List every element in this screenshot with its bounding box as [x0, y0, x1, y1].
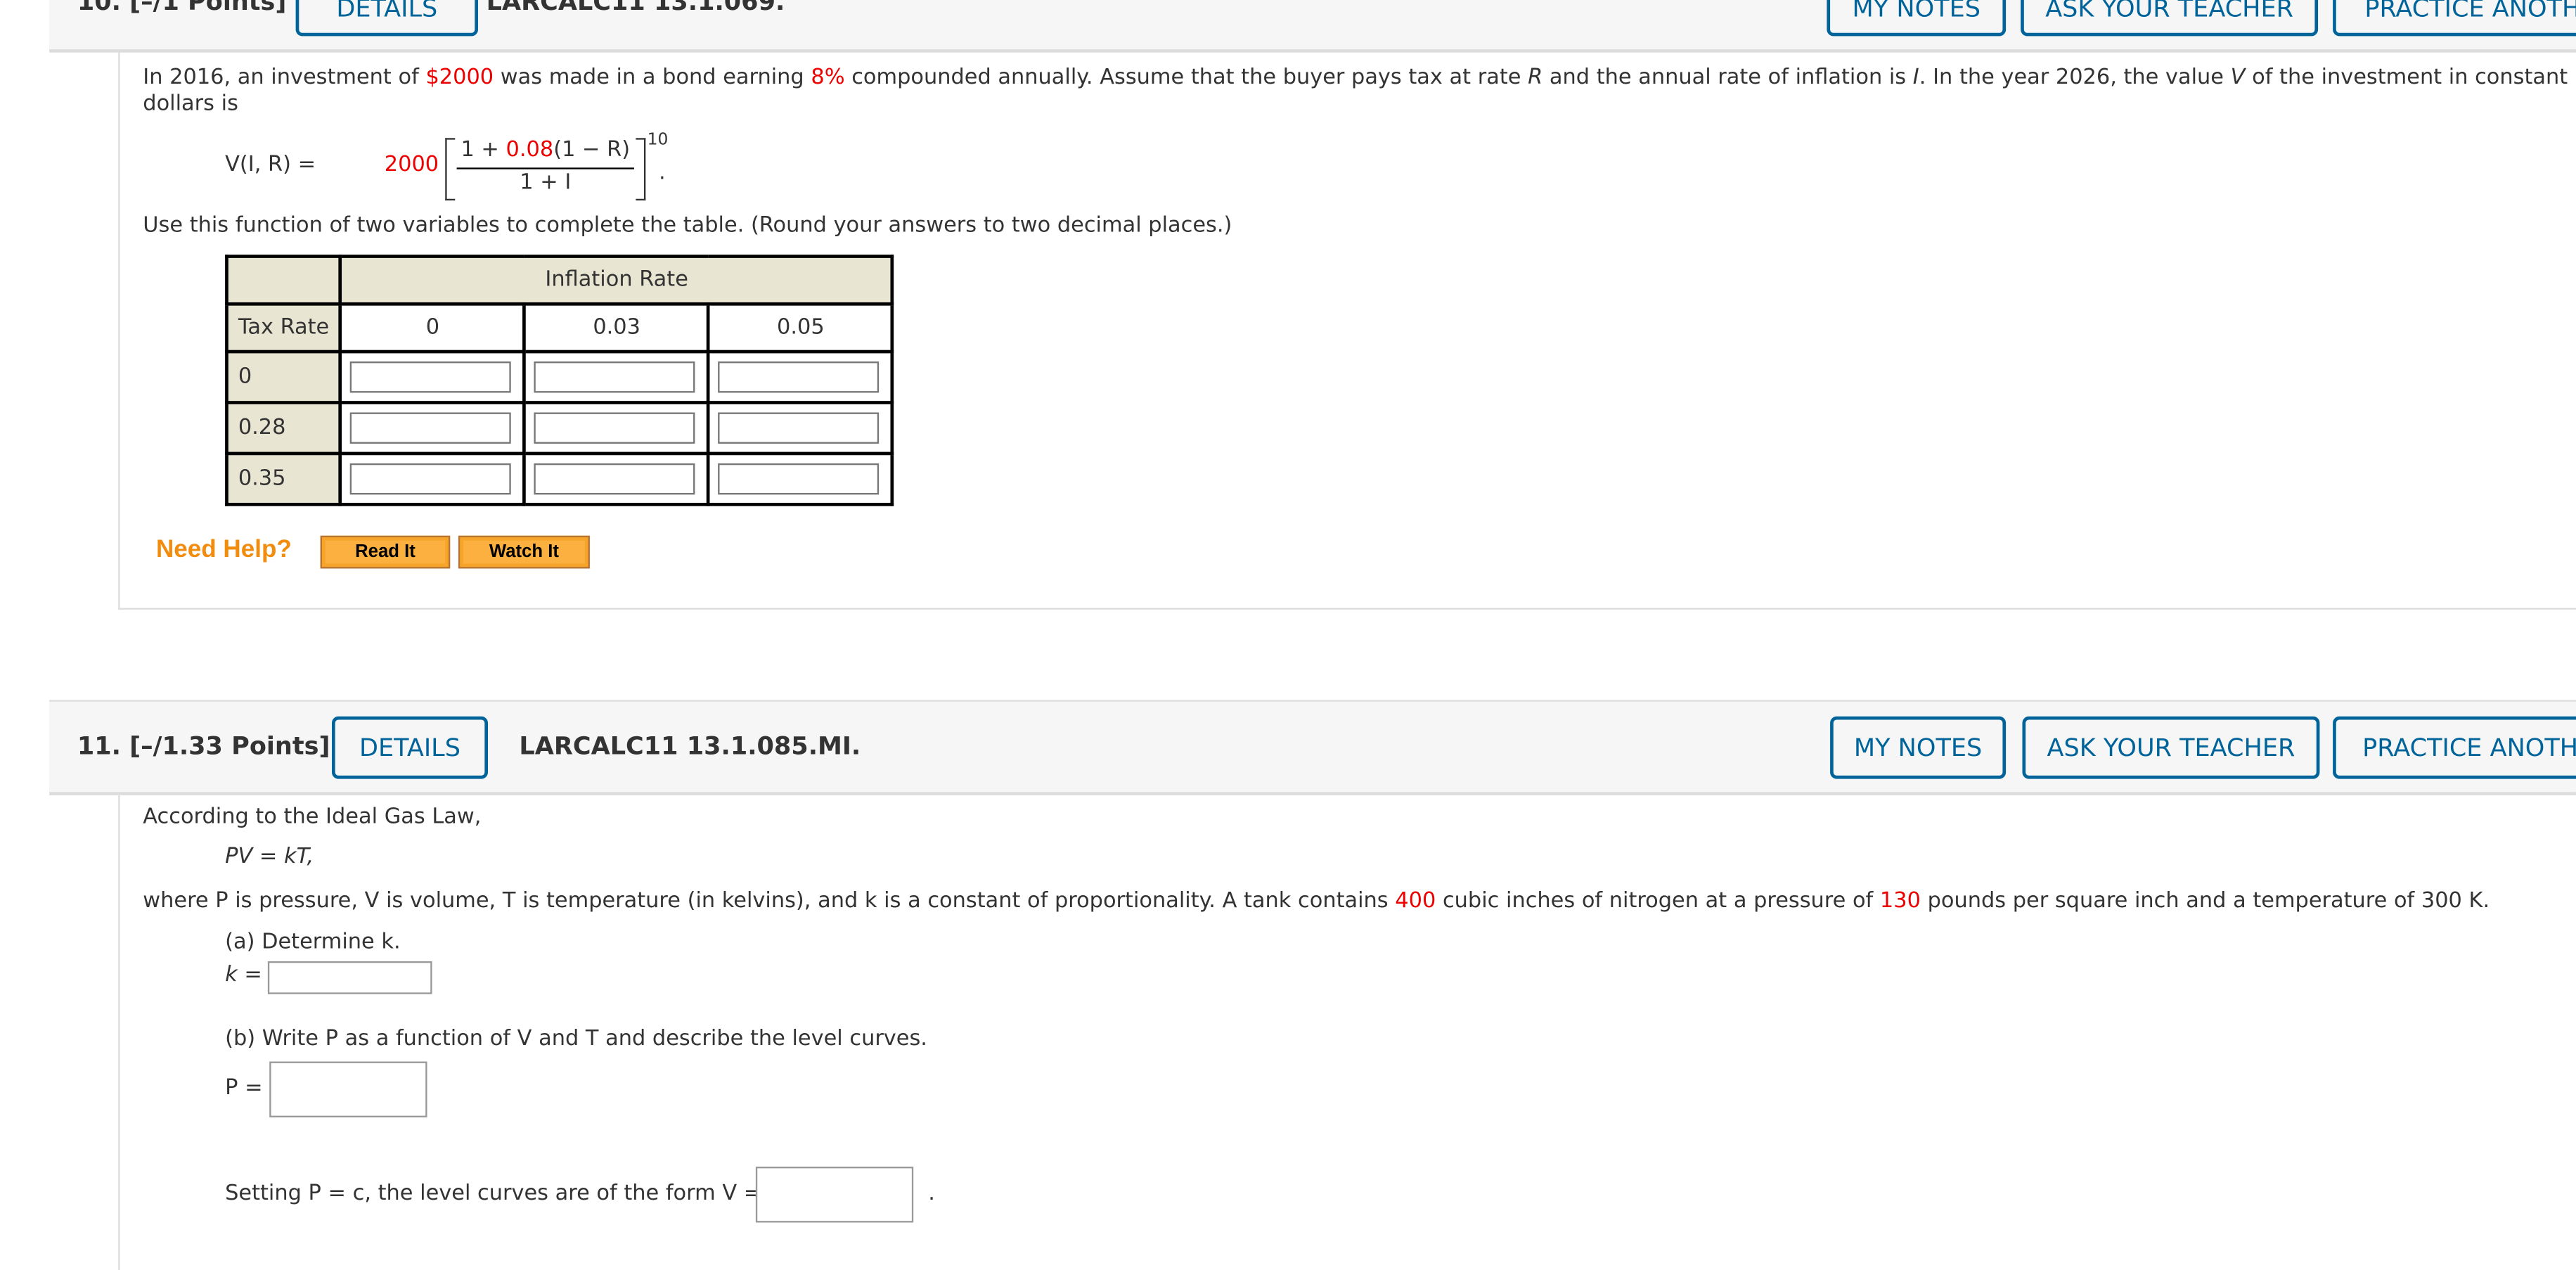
- answer-input[interactable]: [534, 412, 696, 444]
- q10-instruction: Use this function of two variables to co…: [143, 213, 1232, 238]
- q11-part-a: (a) Determine k.: [225, 930, 401, 955]
- row-header: Tax Rate: [225, 302, 342, 354]
- answer-input[interactable]: [534, 361, 696, 393]
- q11-part-b: (b) Write P as a function of V and T and…: [225, 1027, 927, 1052]
- answer-input[interactable]: [350, 463, 512, 495]
- q11-my-notes-button[interactable]: MY NOTES: [1830, 716, 2007, 779]
- level-curve-input[interactable]: [755, 1167, 914, 1223]
- col-header: 0.03: [522, 302, 711, 354]
- q11-law: PV = kT,: [225, 845, 314, 870]
- k-input[interactable]: [267, 961, 432, 994]
- q10-intro-line2: dollars is: [143, 91, 238, 117]
- q10-details-button[interactable]: DETAILS: [295, 0, 478, 37]
- level-curve-text: Setting P = c, the level curves are of t…: [225, 1181, 762, 1207]
- q11-ask-teacher-button[interactable]: ASK YOUR TEACHER: [2022, 716, 2320, 779]
- p-input[interactable]: [269, 1061, 427, 1117]
- col-group-header: Inflation Rate: [339, 255, 895, 306]
- q10-my-notes-button[interactable]: MY NOTES: [1827, 0, 2007, 37]
- q10-title: 10. [–/1 Points]: [77, 0, 287, 17]
- answer-input[interactable]: [719, 361, 880, 393]
- q10-practice-button[interactable]: PRACTICE ANOTHER: [2333, 0, 2576, 37]
- q10-ask-teacher-button[interactable]: ASK YOUR TEACHER: [2021, 0, 2319, 37]
- answer-input[interactable]: [350, 412, 512, 444]
- p-label: P =: [225, 1076, 263, 1101]
- q11-code: LARCALC11 13.1.085.MI.: [519, 731, 861, 761]
- answer-input[interactable]: [719, 412, 880, 444]
- q11-title: 11. [–/1.33 Points]: [77, 731, 330, 761]
- col-header: 0: [339, 302, 527, 354]
- table-row: 0.28: [225, 401, 895, 456]
- col-header: 0.05: [707, 302, 895, 354]
- q11-body-frame: [118, 793, 120, 1270]
- q11-where: where P is pressure, V is volume, T is t…: [143, 889, 2490, 914]
- read-it-button[interactable]: Read It: [320, 535, 451, 569]
- k-label: k =: [225, 963, 262, 988]
- answer-input[interactable]: [350, 361, 512, 393]
- table-row: 0.35: [225, 451, 895, 506]
- q11-details-button[interactable]: DETAILS: [332, 716, 488, 779]
- q10-code: LARCALC11 13.1.069.: [486, 0, 785, 17]
- watch-it-button[interactable]: Watch It: [458, 535, 590, 569]
- level-curve-period: .: [928, 1181, 935, 1207]
- value-table: Inflation Rate Tax Rate 0 0.03 0.05 0 0.…: [225, 255, 895, 506]
- need-help-label: Need Help?: [155, 535, 292, 564]
- table-row: 0: [225, 349, 895, 404]
- q10-intro: In 2016, an investment of $2000 was made…: [143, 65, 2576, 91]
- q11-intro: According to the Ideal Gas Law,: [143, 804, 482, 830]
- answer-input[interactable]: [534, 463, 696, 495]
- q11-practice-button[interactable]: PRACTICE ANOTHER: [2333, 716, 2576, 779]
- answer-input[interactable]: [719, 463, 880, 495]
